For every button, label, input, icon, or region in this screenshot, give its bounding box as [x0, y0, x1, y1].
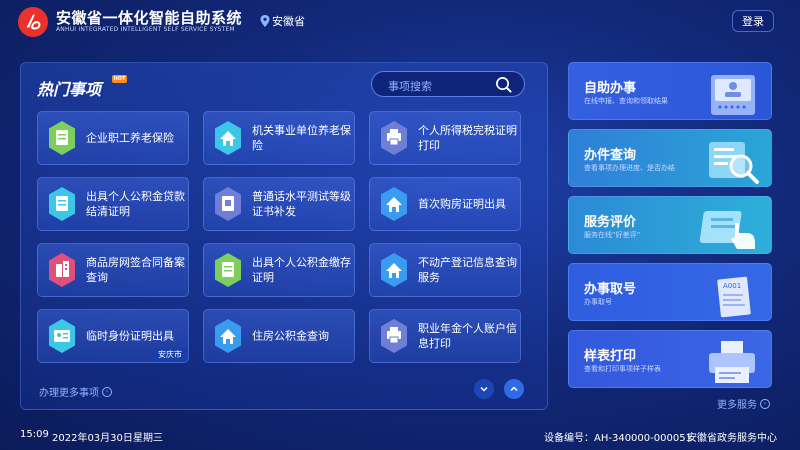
book-icon [215, 187, 241, 221]
service-tile[interactable]: 住房公积金查询 [203, 309, 355, 363]
location-selector[interactable]: 安徽省 [260, 13, 305, 29]
document-icon [49, 121, 75, 155]
building-icon [49, 253, 75, 287]
service-tile[interactable]: 机关事业单位养老保险 [203, 111, 355, 165]
printer-icon [381, 319, 407, 353]
service-tile-label: 商品房网签合同备案查询 [86, 256, 185, 284]
house-icon [381, 187, 407, 221]
app-title: 安徽省一体化智能自助系统 [56, 9, 243, 27]
service-tile-label: 普通话水平测试等级证书补发 [252, 190, 351, 218]
service-tile[interactable]: 商品房网签合同备案查询 [37, 243, 189, 297]
location-pin-icon [260, 15, 270, 27]
clock-time: 15:09 [20, 429, 49, 440]
service-tile[interactable]: 不动产登记信息查询服务 [369, 243, 521, 297]
status-bar: 15:09 2022年03月30日 星期三 设备编号：AH-340000-000… [0, 420, 800, 450]
ticket-icon: A001 [717, 276, 751, 318]
service-tile-label: 企业职工养老保险 [86, 131, 174, 145]
house-icon [215, 319, 241, 353]
service-tile-label: 出具个人公积金贷款结清证明 [86, 190, 185, 218]
service-title: 服务评价 [584, 215, 637, 230]
service-tile[interactable]: 普通话水平测试等级证书补发 [203, 177, 355, 231]
chevron-up-icon [510, 386, 518, 392]
service-card-form-print[interactable]: 样表打印 查看和打印事项样子样表 [568, 330, 772, 388]
service-tile-label: 职业年金个人账户信息打印 [418, 322, 517, 350]
location-label: 安徽省 [272, 15, 305, 28]
hand-pointer-icon [699, 211, 755, 249]
service-tile-label: 首次购房证明出具 [418, 197, 506, 211]
hot-items-panel: 热门事项 HOT 事项搜索 企业职工养老保险 机关事业单位养老保险 个人所得税完税证… [20, 62, 548, 410]
service-card-progress-query[interactable]: 办件查询 查看事项办理进度、是否办结 [568, 129, 772, 187]
service-tile-label: 机关事业单位养老保险 [252, 124, 351, 152]
document-icon [215, 253, 241, 287]
service-tile[interactable]: 职业年金个人账户信息打印 [369, 309, 521, 363]
app-subtitle: ANHUI INTEGRATED INTELLIGENT SELF SERVIC… [56, 26, 235, 33]
printer-icon [709, 341, 755, 383]
kiosk-icon [711, 75, 755, 115]
more-items-label: 办理更多事项 [39, 388, 99, 399]
printer-icon [381, 121, 407, 155]
header: 安徽省一体化智能自助系统 ANHUI INTEGRATED INTELLIGEN… [0, 0, 800, 44]
search-placeholder: 事项搜索 [388, 80, 432, 93]
service-card-take-number[interactable]: 办事取号 办事取号 A001 [568, 263, 772, 321]
service-tile[interactable]: 出具个人公积金贷款结清证明 [37, 177, 189, 231]
search-icon[interactable] [495, 76, 512, 93]
id-card-icon [49, 319, 75, 353]
service-tile[interactable]: 临时身份证明出具安庆市 [37, 309, 189, 363]
service-subtitle: 在线申报、查询和领取结果 [584, 97, 668, 105]
date-text: 2022年03月30日 [52, 433, 133, 444]
service-tile-label: 住房公积金查询 [252, 329, 329, 343]
weekday-text: 星期三 [133, 433, 163, 444]
service-subtitle: 查看事项办理进度、是否办结 [584, 164, 675, 172]
service-title: 办事取号 [584, 282, 637, 297]
logo-icon [18, 7, 48, 37]
service-tile[interactable]: 个人所得税完税证明打印 [369, 111, 521, 165]
login-button[interactable]: 登录 [732, 10, 774, 32]
house-icon [381, 253, 407, 287]
house-icon [215, 121, 241, 155]
service-title: 办件查询 [584, 148, 637, 163]
city-badge: 安庆市 [152, 347, 188, 362]
hot-badge: HOT [112, 75, 127, 83]
service-tile[interactable]: 出具个人公积金缴存证明 [203, 243, 355, 297]
service-tile-label: 不动产登记信息查询服务 [418, 256, 517, 284]
service-card-self-service[interactable]: 自助办事 在线申报、查询和领取结果 [568, 62, 772, 120]
more-items-link[interactable]: 办理更多事项 › [39, 384, 112, 399]
service-subtitle: 服务在线“好差评” [584, 231, 641, 239]
service-tile[interactable]: 首次购房证明出具 [369, 177, 521, 231]
ticket-text: A001 [723, 282, 741, 290]
more-services-link[interactable]: 更多服务 › [717, 396, 770, 411]
service-center-name: 安徽省政务服务中心 [687, 433, 777, 444]
service-title: 样表打印 [584, 349, 637, 364]
chevron-right-icon: › [760, 398, 770, 409]
chevron-right-icon: › [102, 386, 112, 397]
service-tile-label: 出具个人公积金缴存证明 [252, 256, 351, 284]
service-subtitle: 办事取号 [584, 298, 612, 306]
magnifier-icon [709, 142, 759, 184]
service-title: 自助办事 [584, 81, 637, 96]
panel-title: 热门事项 [37, 80, 102, 99]
more-services-label: 更多服务 [717, 400, 757, 411]
service-tile[interactable]: 企业职工养老保险 [37, 111, 189, 165]
service-subtitle: 查看和打印事项样子样表 [584, 365, 661, 373]
search-input[interactable]: 事项搜索 [371, 71, 525, 97]
document-icon [49, 187, 75, 221]
service-card-evaluation[interactable]: 服务评价 服务在线“好差评” [568, 196, 772, 254]
service-tile-label: 临时身份证明出具 [86, 329, 174, 343]
service-tile-label: 个人所得税完税证明打印 [418, 124, 517, 152]
device-id: 设备编号：AH-340000-000051 [544, 433, 692, 444]
page-up-button[interactable] [504, 379, 524, 399]
chevron-down-icon [480, 386, 488, 392]
page-down-button[interactable] [474, 379, 494, 399]
